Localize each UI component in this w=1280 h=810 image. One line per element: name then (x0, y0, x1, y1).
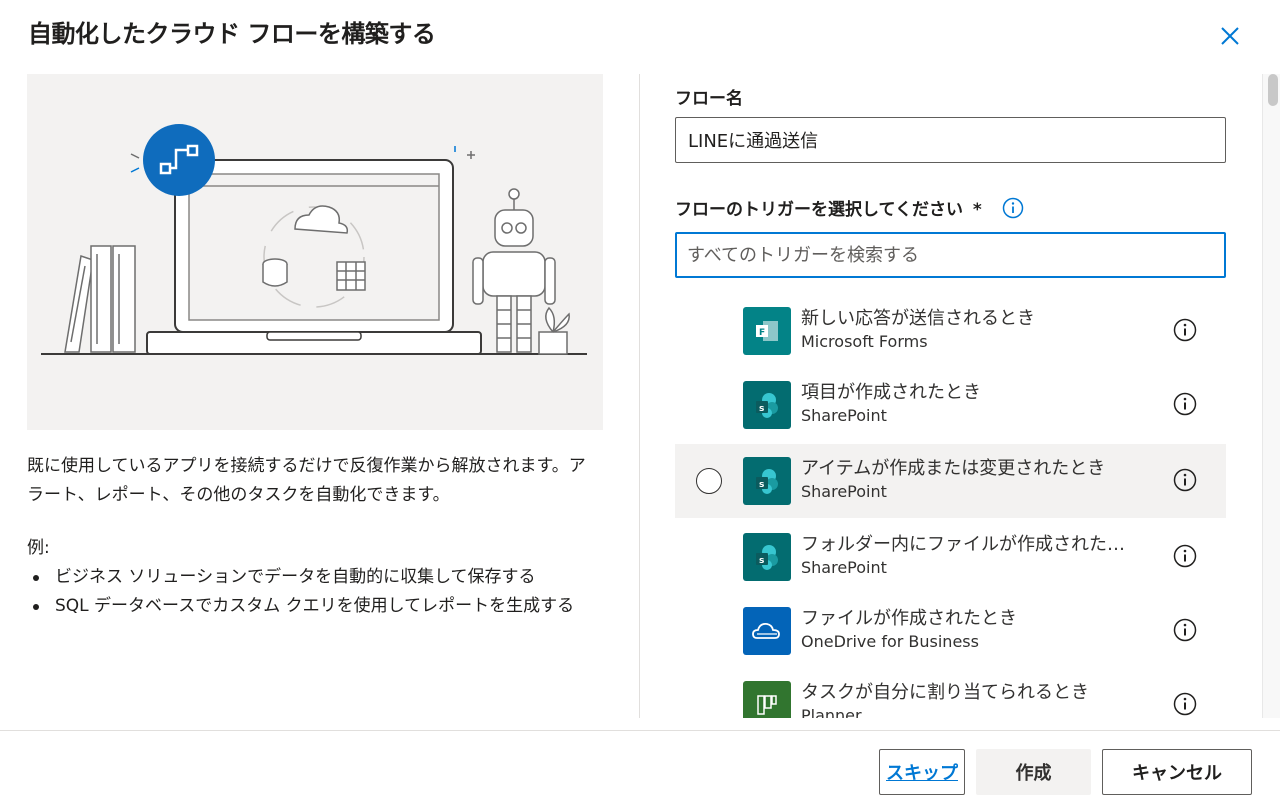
description-text: 既に使用しているアプリを接続するだけで反復作業から解放されます。アラート、レポー… (27, 456, 586, 505)
trigger-name: フォルダー内にファイルが作成されたとき (801, 534, 1141, 555)
planner-icon (743, 681, 791, 718)
trigger-item[interactable]: s フォルダー内にファイルが作成されたとき SharePoint (675, 520, 1226, 594)
svg-text:s: s (759, 556, 764, 566)
sharepoint-icon: s (743, 381, 791, 429)
svg-text:s: s (759, 480, 764, 490)
dialog-title: 自動化したクラウド フローを構築する (28, 20, 436, 48)
trigger-radio[interactable] (696, 468, 722, 494)
trigger-info-icon[interactable] (1002, 197, 1024, 223)
trigger-label-row: フローのトリガーを選択してください * (675, 195, 982, 220)
skip-button[interactable]: スキップ (879, 749, 965, 795)
scrollbar-thumb[interactable] (1268, 74, 1278, 106)
svg-text:F: F (759, 328, 765, 338)
vertical-divider (639, 74, 640, 718)
svg-text:s: s (759, 404, 764, 414)
sharepoint-icon: s (743, 533, 791, 581)
trigger-list: F 新しい応答が送信されるとき Microsoft Forms s 項目が作成さ… (675, 294, 1226, 718)
required-mark: * (972, 200, 982, 220)
info-icon[interactable] (1173, 692, 1197, 718)
trigger-label: フローのトリガーを選択してください (675, 200, 963, 220)
cancel-button[interactable]: キャンセル (1102, 749, 1252, 795)
info-icon[interactable] (1173, 318, 1197, 346)
flow-name-input[interactable] (675, 117, 1226, 163)
close-button[interactable] (1214, 22, 1246, 50)
trigger-name: アイテムが作成または変更されたとき (801, 458, 1106, 479)
examples-section: 例: ビジネス ソリューションでデータを自動的に収集して保存する SQL データ… (27, 534, 597, 621)
trigger-connector: Planner (801, 706, 862, 718)
trigger-item[interactable]: ファイルが作成されたとき OneDrive for Business (675, 594, 1226, 668)
info-icon[interactable] (1173, 468, 1197, 496)
trigger-connector: OneDrive for Business (801, 632, 979, 651)
trigger-name: タスクが自分に割り当てられるとき (801, 682, 1089, 703)
sharepoint-icon: s (743, 457, 791, 505)
info-icon[interactable] (1173, 618, 1197, 646)
trigger-name: 新しい応答が送信されるとき (801, 308, 1035, 329)
trigger-connector: SharePoint (801, 406, 887, 425)
trigger-connector: SharePoint (801, 482, 887, 501)
trigger-item[interactable]: s アイテムが作成または変更されたとき SharePoint (675, 444, 1226, 518)
info-icon[interactable] (1173, 544, 1197, 572)
trigger-item[interactable]: タスクが自分に割り当てられるとき Planner (675, 668, 1226, 718)
trigger-item[interactable]: F 新しい応答が送信されるとき Microsoft Forms (675, 294, 1226, 368)
trigger-name: ファイルが作成されたとき (801, 608, 1017, 629)
examples-list: ビジネス ソリューションでデータを自動的に収集して保存する SQL データベース… (27, 563, 597, 621)
forms-icon: F (743, 307, 791, 355)
trigger-search-input[interactable] (675, 232, 1226, 278)
close-icon (1221, 27, 1239, 45)
onedrive-icon (743, 607, 791, 655)
trigger-connector: Microsoft Forms (801, 332, 928, 351)
create-button[interactable]: 作成 (976, 749, 1091, 795)
info-icon[interactable] (1173, 392, 1197, 420)
example-item: ビジネス ソリューションでデータを自動的に収集して保存する (27, 563, 597, 592)
footer-divider (0, 730, 1280, 731)
scrollbar-track[interactable] (1262, 74, 1280, 718)
laptop-robot-illustration (41, 124, 587, 355)
trigger-item[interactable]: s 項目が作成されたとき SharePoint (675, 368, 1226, 442)
trigger-connector: SharePoint (801, 558, 887, 577)
trigger-name: 項目が作成されたとき (801, 382, 981, 403)
examples-heading: 例: (27, 538, 50, 558)
illustration (27, 74, 603, 430)
flow-name-label: フロー名 (675, 89, 743, 109)
example-item: SQL データベースでカスタム クエリを使用してレポートを生成する (27, 592, 597, 621)
